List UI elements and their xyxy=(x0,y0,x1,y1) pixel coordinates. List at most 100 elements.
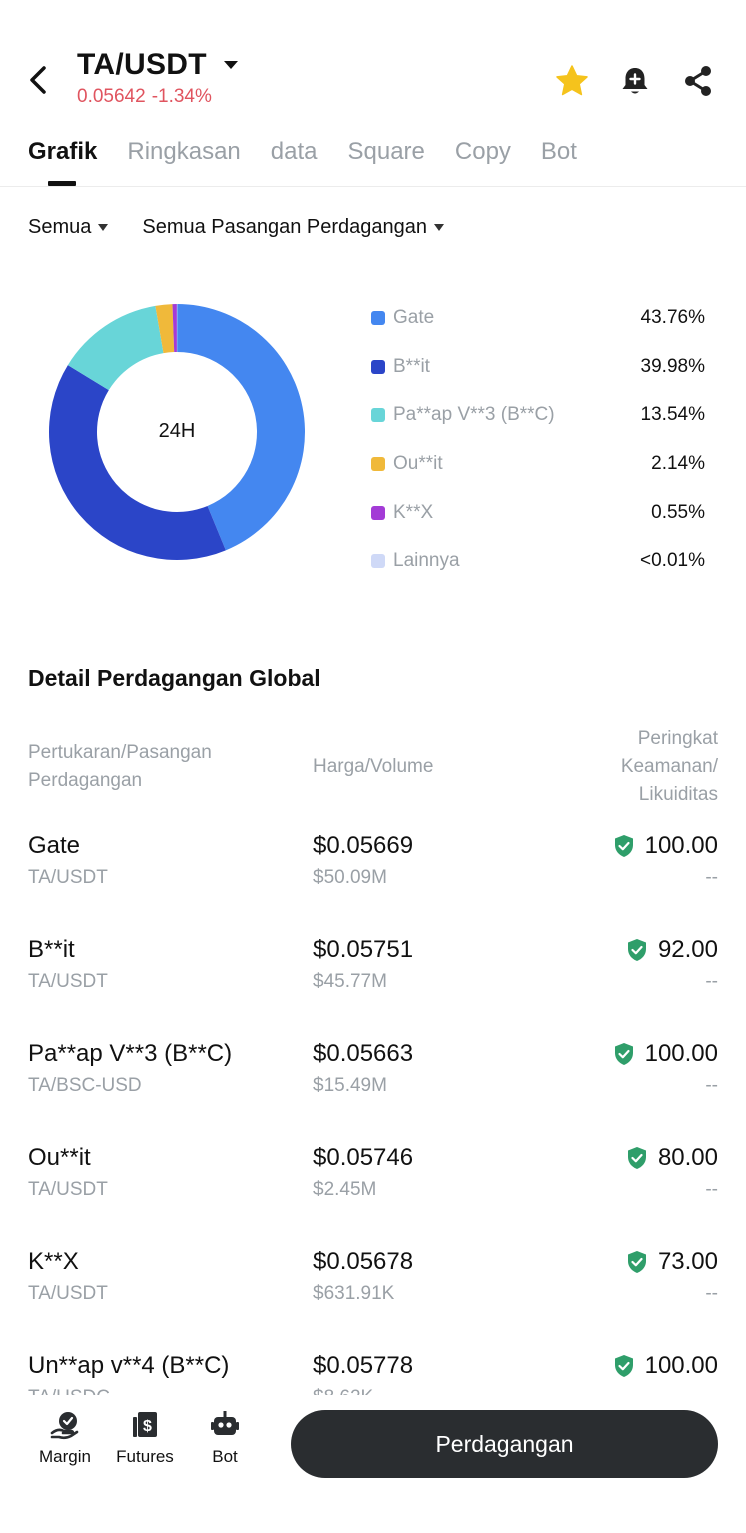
share-icon[interactable] xyxy=(681,64,715,98)
legend-label-wrap: Pa**ap V**3 (B**C) xyxy=(371,404,555,426)
col-header-exchange: Pertukaran/Pasangan Perdagangan xyxy=(28,742,212,791)
exchange-name: Un**ap v**4 (B**C) xyxy=(28,1352,230,1379)
legend-swatch xyxy=(371,554,385,569)
tab-square[interactable]: Square xyxy=(348,138,425,188)
tab-divider xyxy=(0,186,746,187)
security-score: 80.00 xyxy=(626,1144,718,1172)
legend-label: Ou**it xyxy=(393,453,443,475)
trading-pair: TA/USDT xyxy=(28,1179,108,1200)
table-row[interactable]: K**X TA/USDT $0.05678 $631.91K 73.00 -- xyxy=(0,1248,746,1352)
legend-label-wrap: Lainnya xyxy=(371,550,460,572)
header: TA/USDT 0.05642 -1.34% xyxy=(0,0,746,120)
tab-data[interactable]: data xyxy=(271,138,318,188)
filter-bar: Semua Semua Pasangan Perdagangan xyxy=(28,216,478,239)
shield-check-icon xyxy=(614,1355,633,1377)
futures-icon: $ xyxy=(133,1412,157,1437)
legend-item: K**X 0.55% xyxy=(371,488,705,537)
security-score: 100.00 xyxy=(613,1352,718,1380)
tab-bot[interactable]: Bot xyxy=(541,138,577,188)
trading-pair: TA/USDT xyxy=(28,1283,108,1304)
tab-ringkasan[interactable]: Ringkasan xyxy=(127,138,240,188)
star-icon[interactable] xyxy=(555,64,589,98)
price: $0.05663 xyxy=(313,1040,414,1067)
donut-slice-2 xyxy=(48,365,226,560)
exchange-name: K**X xyxy=(28,1248,79,1275)
donut-legend: Gate 43.76% B**it 39.98% Pa**ap V**3 (B**C) 1… xyxy=(371,294,705,586)
legend-item: Gate 43.76% xyxy=(371,294,705,343)
margin-button[interactable]: Margin xyxy=(20,1409,110,1467)
legend-value: 2.14% xyxy=(651,453,705,475)
exchange-name: B**it xyxy=(28,936,75,963)
caret-down-icon xyxy=(434,224,445,231)
margin-icon xyxy=(50,1412,79,1440)
pair-title[interactable]: TA/USDT xyxy=(77,48,207,82)
legend-item: Pa**ap V**3 (B**C) 13.54% xyxy=(371,391,705,440)
liquidity-value: -- xyxy=(705,971,718,992)
trade-button[interactable]: Perdagangan xyxy=(291,1410,718,1478)
table-row[interactable]: B**it TA/USDT $0.05751 $45.77M 92.00 -- xyxy=(0,936,746,1040)
back-arrow-icon[interactable] xyxy=(24,62,54,98)
trading-pair: TA/BSC-USD xyxy=(28,1075,142,1096)
volume: $2.45M xyxy=(313,1179,377,1200)
table-row[interactable]: Pa**ap V**3 (B**C) TA/BSC-USD $0.05663 $15.… xyxy=(0,1040,746,1144)
bottom-bar: Margin $ Futures Bot Perdagangan xyxy=(0,1395,746,1533)
tab-copy[interactable]: Copy xyxy=(455,138,511,188)
legend-item: B**it 39.98% xyxy=(371,343,705,392)
shield-check-icon xyxy=(614,1043,633,1065)
scope-filter[interactable]: Semua xyxy=(28,216,109,239)
pairs-filter-label: Semua Pasangan Perdagangan xyxy=(142,216,428,238)
exchange-name: Gate xyxy=(28,832,81,859)
legend-label: B**it xyxy=(393,355,430,377)
legend-label-wrap: B**it xyxy=(371,356,430,378)
shield-check-icon xyxy=(627,1147,646,1169)
legend-label: Lainnya xyxy=(393,550,460,572)
bot-icon xyxy=(211,1411,239,1435)
security-score: 100.00 xyxy=(613,832,718,860)
legend-swatch xyxy=(371,505,385,520)
shield-check-icon xyxy=(627,1251,646,1273)
legend-swatch xyxy=(371,408,385,423)
exchange-name: Ou**it xyxy=(28,1144,91,1171)
pairs-filter[interactable]: Semua Pasangan Perdagangan xyxy=(142,216,445,239)
legend-label: K**X xyxy=(393,501,434,523)
exchange-name: Pa**ap V**3 (B**C) xyxy=(28,1040,233,1067)
volume: $631.91K xyxy=(313,1283,395,1304)
shield-check-icon xyxy=(627,939,646,961)
scope-filter-label: Semua xyxy=(28,216,92,238)
score-value: 100.00 xyxy=(644,1352,718,1379)
tab-grafik[interactable]: Grafik xyxy=(28,138,97,188)
volume: $15.49M xyxy=(313,1075,387,1096)
section-title: Detail Perdagangan Global xyxy=(28,665,321,691)
score-value: 100.00 xyxy=(644,1040,718,1067)
volume: $50.09M xyxy=(313,867,387,888)
security-score: 92.00 xyxy=(626,936,718,964)
shield-check-icon xyxy=(614,835,633,857)
caret-down-icon[interactable] xyxy=(222,58,240,72)
legend-label-wrap: K**X xyxy=(371,502,433,524)
col-header-price-volume: Harga/Volume xyxy=(313,756,434,777)
legend-label: Pa**ap V**3 (B**C) xyxy=(393,404,555,426)
score-value: 80.00 xyxy=(657,1144,718,1171)
donut-center-label: 24H xyxy=(158,420,196,442)
legend-label-wrap: Gate xyxy=(371,307,434,329)
svg-text:$: $ xyxy=(143,1418,152,1435)
score-value: 92.00 xyxy=(657,936,718,963)
liquidity-value: -- xyxy=(705,1075,718,1096)
legend-label-wrap: Ou**it xyxy=(371,453,443,475)
price: $0.05751 xyxy=(313,936,414,963)
tab-bar: Grafik Ringkasan data Square Copy Bot xyxy=(28,138,607,188)
legend-label: Gate xyxy=(393,307,435,329)
table-row[interactable]: Gate TA/USDT $0.05669 $50.09M 100.00 -- xyxy=(0,832,746,936)
security-score: 100.00 xyxy=(613,1040,718,1068)
table-row[interactable]: Ou**it TA/USDT $0.05746 $2.45M 80.00 -- xyxy=(0,1144,746,1248)
price-line: 0.05642 -1.34% xyxy=(77,86,218,108)
price: $0.05669 xyxy=(313,832,414,859)
bot-button[interactable]: Bot xyxy=(180,1409,270,1467)
alert-bell-icon[interactable] xyxy=(618,64,652,98)
price-change: -1.34% xyxy=(151,86,212,107)
legend-swatch xyxy=(371,311,385,326)
legend-swatch xyxy=(371,457,385,472)
futures-button[interactable]: $ Futures xyxy=(100,1409,190,1467)
score-value: 73.00 xyxy=(657,1248,718,1275)
price: $0.05778 xyxy=(313,1352,414,1379)
